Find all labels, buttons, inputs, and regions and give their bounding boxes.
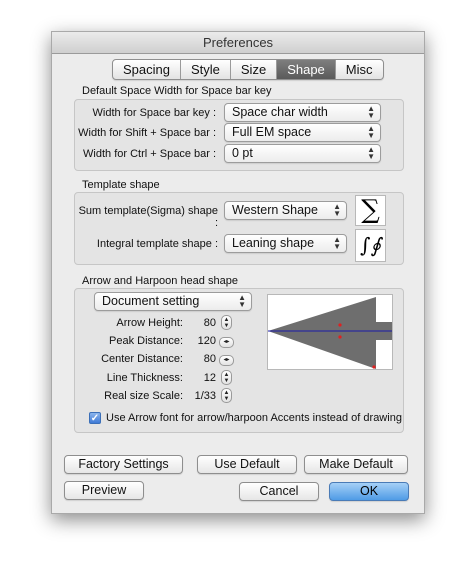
updown-arrows-icon: ▲ ▼ [333, 202, 341, 218]
cancel-button[interactable]: Cancel [239, 482, 319, 501]
tab-style[interactable]: Style [181, 60, 231, 79]
arrow-setting-value: Document setting [102, 294, 200, 308]
tab-size[interactable]: Size [231, 60, 278, 79]
space-width-popup-1[interactable]: Space char width ▲ ▼ [224, 103, 381, 122]
center-distance-value: 80 [203, 353, 216, 365]
center-distance-label: Center Distance: [101, 353, 183, 365]
preferences-window: Preferences Spacing Style Size Shape Mis… [51, 31, 425, 514]
space-width-label-1: Width for Space bar key : [92, 107, 217, 119]
peak-distance-label: Peak Distance: [109, 335, 183, 347]
preview-button[interactable]: Preview [64, 481, 144, 500]
tab-shape[interactable]: Shape [277, 60, 336, 79]
updown-arrows-icon: ▲ ▼ [367, 124, 375, 140]
peak-distance-value: 120 [197, 335, 216, 347]
arrow-head-preview [267, 294, 393, 370]
real-size-scale-stepper[interactable]: ▲ ▼ [221, 388, 232, 403]
arrow-font-checkbox[interactable]: ✓ [89, 412, 101, 424]
updown-arrows-icon: ▲ ▼ [367, 104, 375, 120]
ok-button[interactable]: OK [329, 482, 409, 501]
space-width-label-2: Width for Shift + Space bar : [78, 127, 216, 139]
integral-shape-label: Integral template shape : [96, 238, 218, 250]
space-width-label-3: Width for Ctrl + Space bar : [83, 148, 216, 160]
line-thickness-label: Line Thickness: [106, 372, 183, 384]
space-width-value-3: 0 pt [232, 146, 253, 160]
tab-misc[interactable]: Misc [336, 60, 383, 79]
integral-shape-popup[interactable]: Leaning shape ▲ ▼ [224, 234, 347, 253]
arrow-font-checkbox-label: Use Arrow font for arrow/harpoon Accents… [106, 412, 402, 424]
arrow-setting-popup[interactable]: Document setting ▲ ▼ [94, 292, 252, 311]
real-size-scale-value: 1/33 [194, 390, 216, 402]
arrow-control-point [338, 323, 342, 327]
space-width-value-1: Space char width [232, 105, 328, 119]
sigma-shape-label: Sum template(Sigma) shape : [78, 205, 218, 229]
space-width-value-2: Full EM space [232, 125, 312, 139]
arrow-control-point [338, 335, 342, 339]
sigma-preview: ∑ [355, 195, 386, 226]
arrow-shape-title: Arrow and Harpoon head shape [82, 275, 238, 287]
center-distance-stepper[interactable]: ◂▸ [219, 355, 234, 366]
template-shape-title: Template shape [82, 179, 160, 191]
tab-bar: Spacing Style Size Shape Misc [112, 59, 384, 80]
sigma-shape-popup[interactable]: Western Shape ▲ ▼ [224, 201, 347, 220]
space-width-popup-2[interactable]: Full EM space ▲ ▼ [224, 123, 381, 142]
updown-arrows-icon: ▲ ▼ [367, 145, 375, 161]
line-thickness-value: 12 [203, 372, 216, 384]
line-thickness-stepper[interactable]: ▲ ▼ [221, 370, 232, 385]
use-default-button[interactable]: Use Default [197, 455, 297, 474]
arrow-head-diagram [268, 297, 392, 369]
space-width-popup-3[interactable]: 0 pt ▲ ▼ [224, 144, 381, 163]
arrow-height-value: 80 [203, 317, 216, 329]
updown-arrows-icon: ▲ ▼ [238, 293, 246, 309]
integral-shape-value: Leaning shape [232, 236, 315, 250]
real-size-scale-label: Real size Scale: [104, 390, 183, 402]
integral-preview: ∫∮ [355, 229, 386, 262]
sigma-shape-value: Western Shape [232, 203, 318, 217]
space-width-title: Default Space Width for Space bar key [82, 85, 272, 97]
window-title: Preferences [52, 32, 424, 54]
peak-distance-stepper[interactable]: ◂▸ [219, 337, 234, 348]
factory-settings-button[interactable]: Factory Settings [64, 455, 183, 474]
arrow-height-stepper[interactable]: ▲ ▼ [221, 315, 232, 330]
arrow-control-point [372, 365, 376, 369]
make-default-button[interactable]: Make Default [304, 455, 408, 474]
tab-spacing[interactable]: Spacing [113, 60, 181, 79]
arrow-height-label: Arrow Height: [116, 317, 183, 329]
updown-arrows-icon: ▲ ▼ [333, 235, 341, 251]
arrow-head-shape [268, 297, 392, 369]
